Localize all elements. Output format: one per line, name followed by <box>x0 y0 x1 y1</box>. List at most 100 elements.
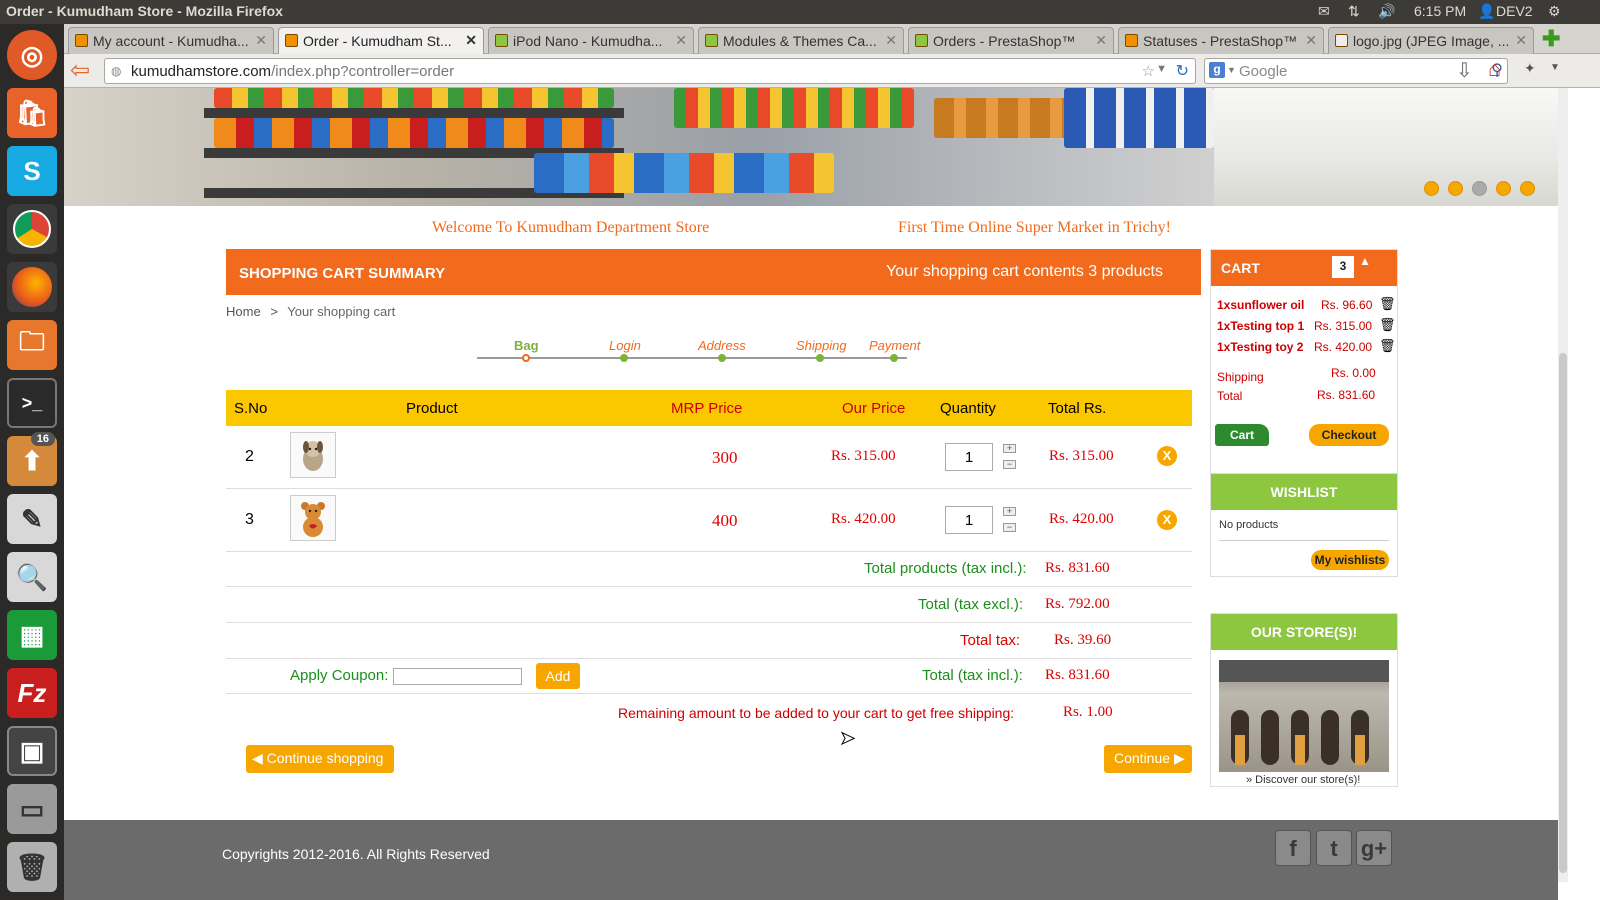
new-tab-icon[interactable]: ✚ <box>1542 26 1560 52</box>
cart-item-name[interactable]: 1xsunflower oil <box>1217 298 1304 312</box>
user-name[interactable]: DEV2 <box>1496 3 1533 19</box>
quantity-decrease-button[interactable]: − <box>1003 460 1016 469</box>
favicon-icon <box>75 34 88 47</box>
chrome-icon[interactable] <box>7 204 57 254</box>
slider-dot[interactable] <box>1448 181 1463 196</box>
tab-label: Orders - PrestaShop™ <box>933 33 1076 49</box>
product-thumbnail-dog[interactable] <box>290 432 336 478</box>
step-shipping[interactable]: Shipping <box>796 338 847 353</box>
remove-item-button[interactable]: X <box>1157 510 1177 530</box>
tab-my-account[interactable]: My account - Kumudha... ✕ <box>68 27 274 54</box>
close-tab-icon[interactable]: ✕ <box>465 32 477 49</box>
quantity-decrease-button[interactable]: − <box>1003 523 1016 532</box>
tab-logo-image[interactable]: logo.jpg (JPEG Image, ... ✕ <box>1328 27 1534 54</box>
step-payment[interactable]: Payment <box>869 338 920 353</box>
quantity-input[interactable]: 1 <box>945 443 993 471</box>
ubuntu-icon[interactable]: ◎ <box>7 30 57 80</box>
engine-dropdown-icon[interactable]: ▼ <box>1227 65 1236 75</box>
skype-icon[interactable]: S <box>7 146 57 196</box>
close-tab-icon[interactable]: ✕ <box>885 32 897 49</box>
row-sno: 2 <box>245 448 254 465</box>
remove-item-button[interactable]: X <box>1157 446 1177 466</box>
facebook-icon[interactable]: f <box>1275 830 1311 866</box>
continue-shopping-button[interactable]: ◀ Continue shopping <box>246 745 394 773</box>
tab-statuses-prestashop[interactable]: Statuses - PrestaShop™ ✕ <box>1118 27 1324 54</box>
mail-icon[interactable]: ✉ <box>1318 3 1330 20</box>
scrollbar-thumb[interactable] <box>1559 353 1567 873</box>
twitter-icon[interactable]: t <box>1316 830 1352 866</box>
user-icon[interactable]: 👤 <box>1478 3 1495 20</box>
slider-dot[interactable] <box>1424 181 1439 196</box>
quantity-increase-button[interactable]: + <box>1003 444 1016 453</box>
close-tab-icon[interactable]: ✕ <box>675 32 687 49</box>
my-wishlists-button[interactable]: My wishlists <box>1311 550 1389 570</box>
download-icon[interactable]: ⇩ <box>1456 58 1473 83</box>
network-icon[interactable]: ⇅ <box>1348 3 1360 20</box>
addon-icon[interactable]: ✦ <box>1524 60 1536 77</box>
slider-dot[interactable] <box>1496 181 1511 196</box>
google-icon[interactable]: g <box>1209 62 1225 78</box>
files-icon[interactable]: 🗀 <box>7 320 57 370</box>
step-login[interactable]: Login <box>609 338 641 353</box>
url-bar[interactable]: ◍ kumudhamstore.com/index.php?controller… <box>104 58 1196 84</box>
menu-arrow-icon[interactable]: ▼ <box>1550 62 1560 73</box>
close-tab-icon[interactable]: ✕ <box>1515 32 1527 49</box>
page-scrollbar[interactable] <box>1558 88 1568 882</box>
spreadsheet-icon[interactable]: ▦ <box>7 610 57 660</box>
coupon-add-button[interactable]: Add <box>536 663 580 689</box>
row-divider <box>226 693 1192 694</box>
volume-icon[interactable]: 🔊 <box>1378 3 1395 20</box>
bookmark-star-icon[interactable]: ☆ <box>1142 62 1155 80</box>
trash-icon[interactable]: 🗑 <box>7 842 57 892</box>
cart-collapse-icon[interactable]: ▲ <box>1359 254 1371 268</box>
workspace-switcher-icon[interactable]: ▣ <box>7 726 57 776</box>
back-arrow-icon[interactable]: ⇦ <box>70 56 90 85</box>
software-center-icon[interactable]: 🛍 <box>7 88 57 138</box>
update-manager-icon[interactable]: ⬆ 16 <box>7 432 57 486</box>
firefox-icon[interactable] <box>7 262 57 312</box>
tab-orders-prestashop[interactable]: Orders - PrestaShop™ ✕ <box>908 27 1114 54</box>
dropdown-arrow-icon[interactable]: ▼ <box>1156 63 1167 75</box>
image-viewer-icon[interactable]: 🔍 <box>7 552 57 602</box>
store-photo-image[interactable] <box>1219 660 1389 772</box>
step-address[interactable]: Address <box>698 338 746 353</box>
trash-icon[interactable]: 🗑 <box>1379 296 1396 312</box>
trash-icon[interactable]: 🗑 <box>1379 338 1396 354</box>
tab-label: Order - Kumudham St... <box>303 33 452 49</box>
clock[interactable]: 6:15 PM <box>1414 3 1466 19</box>
quantity-increase-button[interactable]: + <box>1003 507 1016 516</box>
breadcrumb-home-link[interactable]: Home <box>226 304 261 319</box>
tab-order[interactable]: Order - Kumudham St... ✕ <box>278 27 484 54</box>
terminal-icon[interactable]: >_ <box>7 378 57 428</box>
settings-gear-icon[interactable]: ⚙ <box>1548 3 1561 20</box>
product-thumbnail-teddy[interactable] <box>290 495 336 541</box>
tab-modules[interactable]: Modules & Themes Ca... ✕ <box>698 27 904 54</box>
close-tab-icon[interactable]: ✕ <box>1095 32 1107 49</box>
close-tab-icon[interactable]: ✕ <box>255 32 267 49</box>
checkout-button[interactable]: Checkout <box>1309 424 1389 446</box>
cart-item-name[interactable]: 1xTesting top 1 <box>1217 319 1304 333</box>
total-tax-label: Total tax: <box>960 632 1021 649</box>
row-our-price: Rs. 420.00 <box>831 511 896 527</box>
cart-item-name[interactable]: 1xTesting toy 2 <box>1217 340 1303 354</box>
coupon-input[interactable] <box>393 668 522 685</box>
total-excl-label: Total (tax excl.): <box>918 596 1024 613</box>
home-icon[interactable]: ⌂ <box>1488 56 1501 82</box>
reload-icon[interactable]: ↻ <box>1176 61 1189 81</box>
close-tab-icon[interactable]: ✕ <box>1305 32 1317 49</box>
cart-summary-header: SHOPPING CART SUMMARY Your shopping cart… <box>226 249 1201 295</box>
text-editor-icon[interactable]: ✎ <box>7 494 57 544</box>
disk-icon[interactable]: ▭ <box>7 784 57 834</box>
continue-button[interactable]: Continue ▶ <box>1104 745 1192 773</box>
slider-dot[interactable] <box>1520 181 1535 196</box>
discover-stores-link[interactable]: » Discover our store(s)! <box>1246 774 1360 786</box>
site-identity-icon[interactable]: ◍ <box>111 64 121 78</box>
cart-button[interactable]: Cart <box>1215 424 1269 446</box>
slider-dot-active[interactable] <box>1472 181 1487 196</box>
tab-ipod-nano[interactable]: iPod Nano - Kumudha... ✕ <box>488 27 694 54</box>
google-plus-icon[interactable]: g+ <box>1356 830 1392 866</box>
quantity-input[interactable]: 1 <box>945 506 993 534</box>
step-bag[interactable]: Bag <box>514 338 539 353</box>
filezilla-icon[interactable]: Fz <box>7 668 57 718</box>
trash-icon[interactable]: 🗑 <box>1379 317 1396 333</box>
